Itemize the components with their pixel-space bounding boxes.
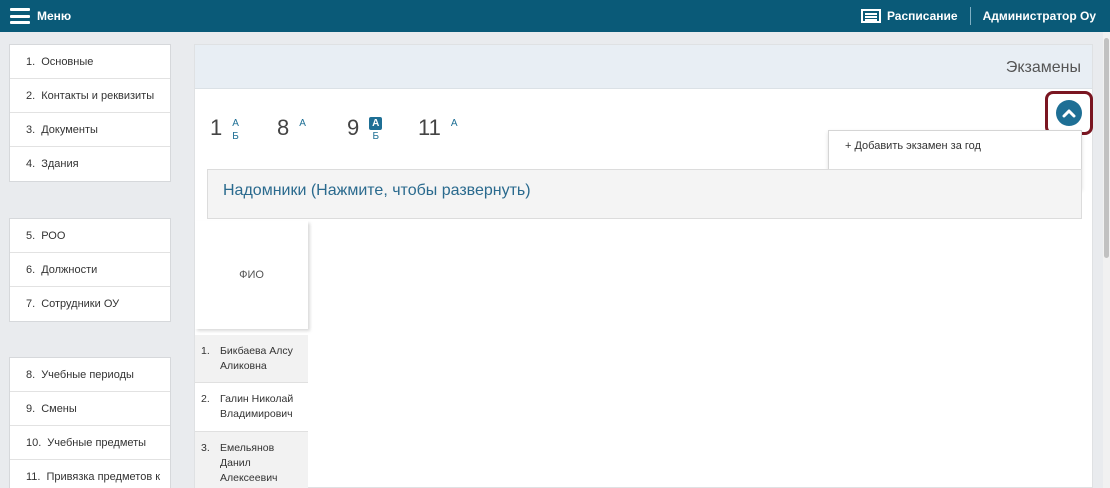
- sidebar-group-study: 8. Учебные периоды 9. Смены 10. Учебные предм…: [9, 357, 171, 488]
- sidebar-item-number: 3.: [26, 123, 36, 136]
- grade-letters: АБ: [369, 117, 383, 143]
- sidebar-item-label: Учебные периоды: [41, 368, 134, 381]
- table-row[interactable]: 1. Бикбаева Алсу Аликовна: [195, 335, 308, 383]
- sidebar-group-staff: 5. РОО 6. Должности 7. Сотрудники ОУ: [9, 218, 171, 322]
- grade-item: 9АБ: [347, 116, 383, 143]
- calendar-icon: [860, 9, 881, 23]
- grade-letter[interactable]: А: [451, 117, 458, 130]
- table-row[interactable]: 2. Галин Николай Владимирович: [195, 383, 308, 432]
- grade-letter-active[interactable]: А: [369, 117, 383, 130]
- exams-panel: Экзамены 1 А Б 8 А 9 А Б 11 А + Добавить экзамен …: [194, 44, 1093, 488]
- sidebar-item[interactable]: 10. Учебные предметы: [10, 426, 170, 460]
- grade-number[interactable]: 11: [418, 116, 441, 140]
- top-bar: Меню Расписание Администратор Оу: [0, 0, 1110, 32]
- collapse-button[interactable]: [1045, 91, 1093, 135]
- top-divider: [969, 7, 971, 25]
- sidebar-item-number: 1.: [26, 55, 36, 68]
- student-name: Емельянов Данил Алексеевич: [220, 442, 278, 484]
- top-right-nav: Расписание Администратор Оу: [860, 0, 1096, 32]
- homeschool-toggle[interactable]: Надомники (Нажмите, чтобы развернуть): [207, 169, 1082, 219]
- row-number: 1.: [201, 345, 210, 357]
- grade-number[interactable]: 8: [277, 116, 289, 140]
- sidebar-item-label: Здания: [41, 158, 79, 170]
- sidebar-item-number: 8.: [26, 368, 36, 381]
- sidebar-item-label: РОО: [41, 229, 66, 242]
- chevron-up-icon: [1056, 100, 1082, 126]
- sidebar-item-label: Должности: [41, 263, 98, 276]
- sidebar-item-number: 11.: [26, 471, 41, 483]
- sidebar-item-number: 9.: [26, 402, 36, 415]
- schedule-label: Расписание: [886, 9, 958, 23]
- sidebar-item-number: 5.: [26, 229, 36, 242]
- sidebar-item[interactable]: 3. Документы: [10, 113, 170, 147]
- sidebar-item[interactable]: 9. Смены: [10, 392, 170, 426]
- sidebar-item-label: Учебные предметы: [47, 436, 147, 449]
- sidebar-item-label: Привязка предметов к: [46, 471, 161, 483]
- menu-label: Меню: [37, 9, 72, 23]
- grade-letter[interactable]: Б: [369, 130, 382, 143]
- fio-column-header: ФИО: [195, 221, 308, 329]
- add-exam-year-item[interactable]: + Добавить экзамен за год: [829, 131, 1081, 160]
- sidebar-item-number: 7.: [26, 298, 36, 310]
- grade-item: 11 А: [418, 116, 458, 140]
- sidebar-item-label: Основные: [41, 55, 94, 68]
- sidebar-item[interactable]: 6. Должности: [10, 253, 170, 287]
- grade-number[interactable]: 1: [210, 116, 222, 143]
- sidebar-group-main: 1. Основные 2. Контакты и реквизиты 3. Докуме…: [9, 44, 171, 182]
- row-number: 3.: [201, 442, 210, 454]
- sidebar-item[interactable]: 11. Привязка предметов к: [10, 460, 170, 488]
- homeschool-label: Надомники (Нажмите, чтобы развернуть): [223, 182, 531, 199]
- student-name: Бикбаева Алсу Аликовна: [220, 345, 293, 372]
- grade-letter[interactable]: Б: [232, 130, 239, 143]
- sidebar-item-label: Сотрудники ОУ: [41, 298, 120, 310]
- sidebar-item-number: 6.: [26, 263, 36, 276]
- hamburger-icon: [10, 8, 30, 24]
- grade-letter[interactable]: А: [299, 117, 306, 130]
- sidebar-item[interactable]: 5. РОО: [10, 219, 170, 253]
- sidebar-item-label: Документы: [41, 123, 98, 136]
- page-title: Экзамены: [1005, 59, 1081, 76]
- panel-header: Экзамены: [195, 45, 1092, 89]
- sidebar-item-number: 4.: [26, 158, 36, 170]
- student-name: Галин Николай Владимирович: [220, 393, 294, 420]
- grade-item: 8А: [277, 116, 306, 140]
- sidebar-item[interactable]: 7. Сотрудники ОУ: [10, 287, 170, 321]
- schedule-link[interactable]: Расписание: [860, 9, 970, 23]
- sidebar-item-number: 10.: [26, 436, 42, 449]
- sidebar-item[interactable]: 2. Контакты и реквизиты: [10, 79, 170, 113]
- table-row[interactable]: 3. Емельянов Данил Алексеевич: [195, 432, 308, 488]
- grade-letters: А: [299, 117, 306, 140]
- grade-number[interactable]: 9: [347, 116, 359, 143]
- page-scrollbar[interactable]: [1103, 32, 1110, 488]
- grade-item: 1АБ: [210, 116, 239, 143]
- sidebar-item-number: 2.: [26, 89, 36, 102]
- menu-button[interactable]: Меню: [10, 7, 71, 25]
- row-number: 2.: [201, 393, 210, 405]
- sidebar-item[interactable]: 1. Основные: [10, 45, 170, 79]
- user-menu[interactable]: Администратор Оу: [983, 9, 1096, 23]
- sidebar-item[interactable]: 8. Учебные периоды: [10, 358, 170, 392]
- sidebar-item-label: Смены: [41, 402, 77, 415]
- grade-letter[interactable]: А: [232, 117, 239, 130]
- grade-letters: АБ: [232, 117, 239, 143]
- grade-letters: А: [451, 117, 458, 140]
- sidebar-item-label: Контакты и реквизиты: [41, 89, 155, 102]
- sidebar-item[interactable]: 4. Здания: [10, 147, 170, 181]
- scrollbar-thumb[interactable]: [1104, 38, 1109, 258]
